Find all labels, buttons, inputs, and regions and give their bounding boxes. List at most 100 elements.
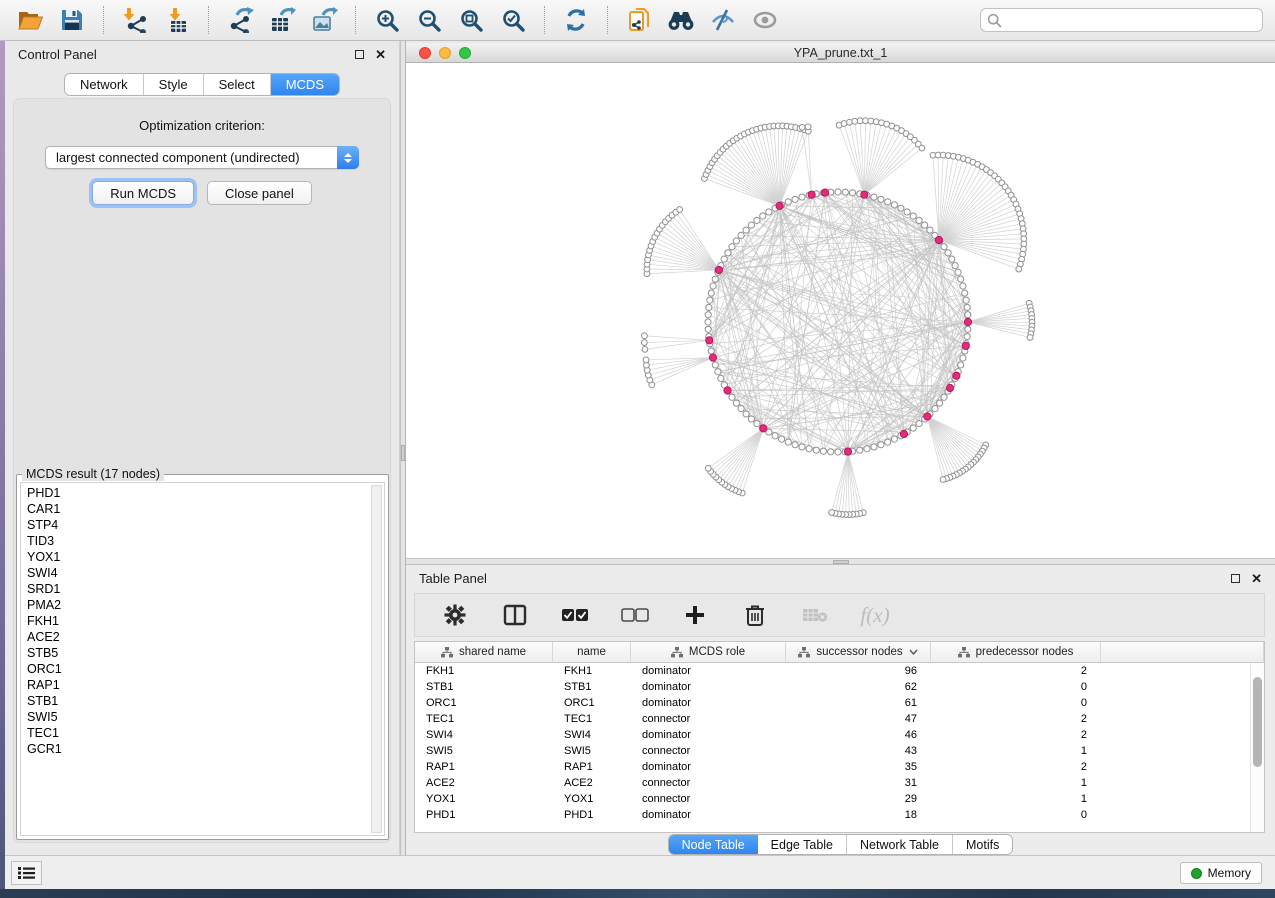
network-node[interactable] <box>958 276 964 282</box>
save-session-button[interactable] <box>54 3 90 37</box>
search-input[interactable] <box>1006 10 1256 30</box>
network-node[interactable] <box>805 124 811 130</box>
network-node[interactable] <box>705 319 711 325</box>
memory-button[interactable]: Memory <box>1180 862 1262 884</box>
network-graph[interactable] <box>406 63 1275 558</box>
network-node[interactable] <box>729 244 735 250</box>
network-node[interactable] <box>754 217 760 223</box>
network-node[interactable] <box>715 369 721 375</box>
table-row[interactable]: ACE2ACE2connector311 <box>415 775 1250 791</box>
network-node[interactable] <box>799 194 805 200</box>
network-node[interactable] <box>835 449 841 455</box>
network-dominator-node[interactable] <box>821 189 828 196</box>
table-scrollbar-thumb[interactable] <box>1253 677 1262 767</box>
network-node[interactable] <box>642 333 648 339</box>
zoom-out-button[interactable] <box>411 3 447 37</box>
network-dominator-node[interactable] <box>962 342 969 349</box>
network-node[interactable] <box>743 227 749 233</box>
network-node[interactable] <box>677 207 683 213</box>
export-network-button[interactable] <box>222 3 258 37</box>
network-dominator-node[interactable] <box>709 354 716 361</box>
table-scrollbar[interactable] <box>1250 663 1264 832</box>
zoom-selected-button[interactable] <box>495 3 531 37</box>
network-node[interactable] <box>952 262 958 268</box>
column-header-shared-name[interactable]: shared name <box>415 642 553 663</box>
network-node[interactable] <box>964 304 970 310</box>
network-node[interactable] <box>705 312 711 318</box>
network-node[interactable] <box>937 400 943 406</box>
network-node[interactable] <box>643 357 649 363</box>
splitter-grip-icon[interactable] <box>401 445 405 461</box>
mcds-result-item[interactable]: RAP1 <box>27 677 366 693</box>
tab-edge-table[interactable]: Edge Table <box>758 835 847 854</box>
network-node[interactable] <box>799 124 805 130</box>
network-node[interactable] <box>962 290 968 296</box>
table-row[interactable]: SWI5SWI5connector431 <box>415 743 1250 759</box>
network-node[interactable] <box>708 348 714 354</box>
table-row[interactable]: PHD1PHD1dominator180 <box>415 807 1250 823</box>
network-node[interactable] <box>738 232 744 238</box>
network-node[interactable] <box>871 194 877 200</box>
network-node[interactable] <box>960 283 966 289</box>
criterion-dropdown[interactable]: largest connected component (undirected) <box>45 146 359 169</box>
network-node[interactable] <box>733 238 739 244</box>
export-image-button[interactable] <box>306 3 342 37</box>
network-node[interactable] <box>919 145 925 151</box>
network-node[interactable] <box>710 283 716 289</box>
network-node[interactable] <box>922 222 928 228</box>
close-panel-button[interactable]: Close panel <box>207 181 312 205</box>
network-dominator-node[interactable] <box>776 202 783 209</box>
network-node[interactable] <box>898 205 904 211</box>
mcds-result-item[interactable]: GCR1 <box>27 741 366 757</box>
tab-network[interactable]: Network <box>65 74 144 95</box>
mcds-result-item[interactable]: FKH1 <box>27 613 366 629</box>
search-network-button[interactable] <box>663 3 699 37</box>
network-node[interactable] <box>910 213 916 219</box>
tab-node-table[interactable]: Node Table <box>669 835 758 854</box>
network-node[interactable] <box>705 465 711 471</box>
network-node[interactable] <box>705 326 711 332</box>
network-node[interactable] <box>857 447 863 453</box>
network-node[interactable] <box>958 362 964 368</box>
network-dominator-node[interactable] <box>706 337 713 344</box>
network-node[interactable] <box>820 448 826 454</box>
hide-graphics-details-button[interactable] <box>705 3 741 37</box>
network-node[interactable] <box>754 421 760 427</box>
network-node[interactable] <box>904 209 910 215</box>
mcds-result-list[interactable]: PHD1CAR1STP4TID3YOX1SWI4SRD1PMA2FKH1ACE2… <box>20 482 385 836</box>
network-dominator-node[interactable] <box>808 191 815 198</box>
export-table-button[interactable] <box>264 3 300 37</box>
mcds-result-item[interactable]: ORC1 <box>27 661 366 677</box>
tab-motifs[interactable]: Motifs <box>953 835 1012 854</box>
table-row[interactable]: STB1STB1dominator620 <box>415 679 1250 695</box>
network-dominator-node[interactable] <box>844 448 851 455</box>
table-row[interactable]: YOX1YOX1connector291 <box>415 791 1250 807</box>
horizontal-splitter[interactable] <box>406 558 1275 565</box>
network-node[interactable] <box>707 297 713 303</box>
close-panel-icon[interactable]: ✕ <box>1251 574 1262 583</box>
network-node[interactable] <box>748 222 754 228</box>
network-node[interactable] <box>864 446 870 452</box>
network-node[interactable] <box>949 256 955 262</box>
run-mcds-button[interactable]: Run MCDS <box>92 181 194 205</box>
mcds-result-item[interactable]: SWI4 <box>27 565 366 581</box>
column-header-successor-nodes[interactable]: successor nodes <box>786 642 931 663</box>
show-graphics-details-button[interactable] <box>747 3 783 37</box>
network-node[interactable] <box>721 256 727 262</box>
maximize-window-icon[interactable] <box>459 47 471 59</box>
network-node[interactable] <box>916 421 922 427</box>
network-node[interactable] <box>725 250 731 256</box>
network-node[interactable] <box>910 425 916 431</box>
delete-columns-button[interactable] <box>737 598 773 632</box>
network-node[interactable] <box>891 202 897 208</box>
close-window-icon[interactable] <box>419 47 431 59</box>
float-panel-icon[interactable] <box>355 50 364 59</box>
select-all-checkboxes-button[interactable] <box>557 598 593 632</box>
network-node[interactable] <box>941 394 947 400</box>
share-document-button[interactable] <box>621 3 657 37</box>
network-node[interactable] <box>871 444 877 450</box>
network-node[interactable] <box>729 394 735 400</box>
zoom-in-button[interactable] <box>369 3 405 37</box>
network-node[interactable] <box>712 276 718 282</box>
network-node[interactable] <box>748 416 754 422</box>
